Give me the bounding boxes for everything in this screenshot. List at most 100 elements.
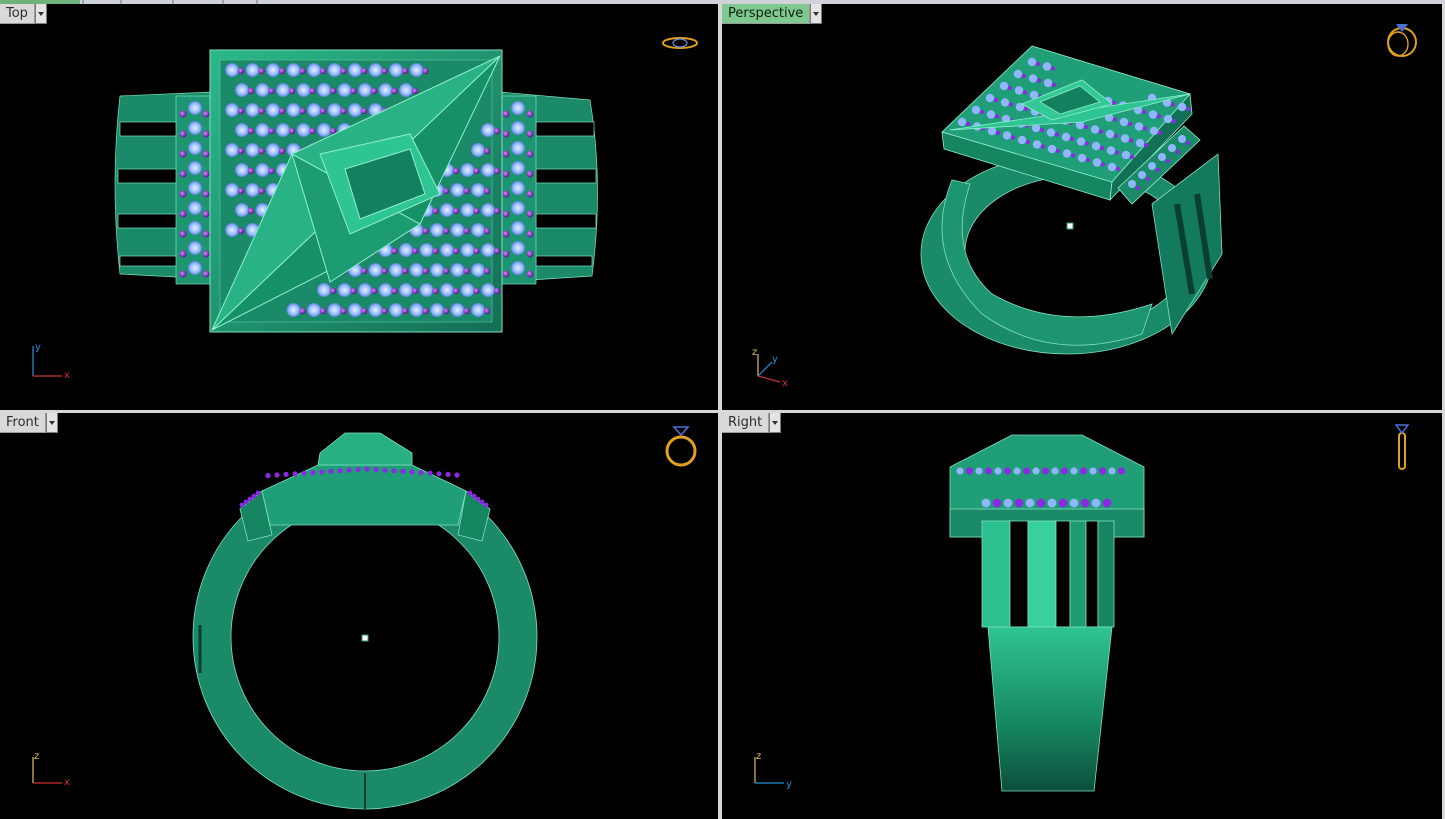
gem [1171,118,1177,124]
viewport-label[interactable]: Right [722,413,770,433]
gem [463,227,470,235]
viewport-tab-perspective[interactable]: Perspective [722,4,823,24]
gem [511,241,525,255]
gem [358,83,372,97]
gem [432,287,439,295]
gem [526,190,534,198]
gem [483,187,491,195]
gem [1032,467,1040,475]
gem [411,287,419,295]
gem [368,263,383,277]
gem [430,223,444,237]
gem [1069,498,1079,508]
gem [1028,74,1038,83]
gem [1058,498,1068,508]
gem [981,498,991,508]
gem [245,183,260,197]
chevron-down-icon[interactable] [45,413,58,433]
gem [188,181,202,195]
gem [202,110,210,118]
ring-profile [192,432,538,810]
gem [399,243,413,257]
gem [255,490,261,496]
gem [1142,126,1148,131]
viewport-label[interactable]: Top [0,4,35,24]
gem [368,63,383,77]
gem [307,103,321,117]
gem [422,267,429,275]
gem [432,207,439,215]
gem [483,267,491,275]
gem [526,170,534,178]
gem [502,230,510,238]
gem [235,83,249,97]
viewport-label[interactable]: Front [0,413,46,433]
gem [430,263,444,277]
viewport-top[interactable]: Top y x [0,4,718,410]
gem [360,67,368,75]
gem [188,141,202,155]
gem [1121,150,1131,160]
chevron-down-icon[interactable] [810,4,823,24]
viewport-tab-top[interactable]: Top [0,4,47,24]
gem [364,466,370,472]
gem [278,147,286,155]
gem [1119,117,1129,127]
viewport-tab-front[interactable]: Front [0,413,58,433]
gem [511,101,525,115]
viewport-perspective[interactable]: Perspective z y x [722,4,1442,410]
gem [299,307,306,315]
gem [409,263,424,277]
perspective-view-model[interactable] [722,4,1442,410]
gem [473,287,480,295]
gem [526,110,534,118]
gem [1070,467,1078,475]
gem [355,467,361,473]
front-view-model[interactable] [0,413,718,819]
gem [1163,114,1173,124]
gem [481,123,495,137]
viewport-label[interactable]: Perspective [722,4,811,24]
gem [995,130,1001,136]
gem [971,105,981,115]
right-view-model[interactable] [722,413,1442,819]
ring-icon [1387,24,1417,57]
gem [340,307,347,315]
chevron-down-icon[interactable] [34,4,47,24]
gem [1014,86,1024,95]
top-view-model[interactable] [0,4,718,410]
gem [411,247,419,255]
gem [307,63,321,77]
gem [511,121,525,135]
viewport-right[interactable]: Right z y [722,413,1442,819]
gem [442,267,450,275]
gem [1055,148,1061,154]
gem [422,307,429,315]
axis-label-z: z [34,751,39,762]
gem [382,467,388,473]
gem [1092,158,1102,167]
gem [1098,467,1107,475]
gem [266,103,280,117]
gem [442,187,450,195]
gem [471,223,485,237]
gem [317,283,331,297]
gem [389,63,403,77]
gem [286,63,301,77]
gem [1023,106,1029,112]
chevron-down-icon[interactable] [769,413,782,433]
viewport-front[interactable]: Front z x [0,413,718,819]
gem [471,303,485,317]
gem [442,227,450,235]
gem [202,170,210,178]
gem [348,63,362,77]
gem [1090,125,1100,134]
gem [1069,136,1075,142]
gem [1102,498,1112,508]
gem [283,471,289,477]
gem [511,201,525,215]
viewport-tab-right[interactable]: Right [722,413,782,433]
gem [473,247,480,255]
gem [1148,162,1156,170]
gem [994,114,1000,119]
